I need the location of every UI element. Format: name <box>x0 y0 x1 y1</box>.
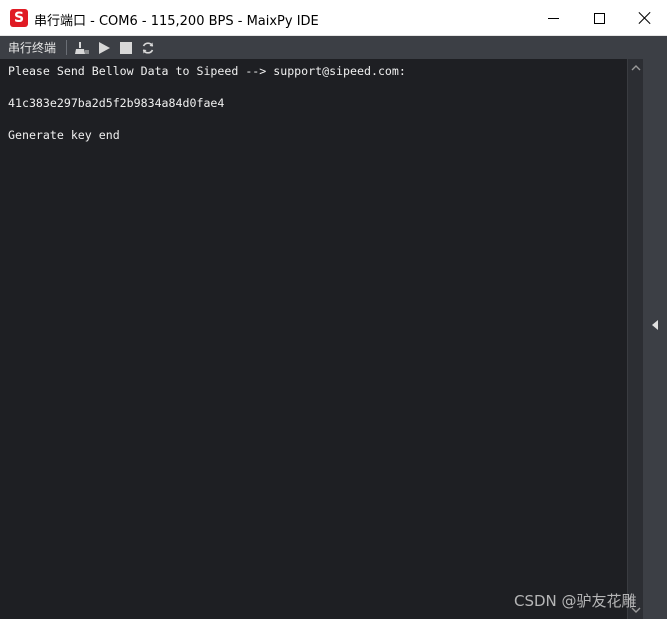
close-button[interactable] <box>622 0 667 36</box>
window-title: 串行端口 - COM6 - 115,200 BPS - MaixPy IDE <box>34 14 319 29</box>
serial-terminal-toolbar: 串行终端 <box>0 36 667 59</box>
scroll-up-button[interactable] <box>628 59 644 77</box>
stop-icon <box>120 41 133 54</box>
toolbar-title: 串行终端 <box>8 41 57 55</box>
minimize-icon <box>547 17 559 19</box>
play-icon <box>99 41 111 54</box>
side-panel <box>643 59 667 619</box>
toolbar-separator <box>66 40 68 55</box>
stop-button[interactable] <box>117 39 135 57</box>
app-icon: S <box>10 9 28 27</box>
refresh-icon <box>142 41 154 54</box>
play-button[interactable] <box>95 39 113 57</box>
watermark: CSDN @驴友花雕 <box>514 592 637 610</box>
minimize-button[interactable] <box>530 0 576 36</box>
triangle-left-icon <box>652 320 658 330</box>
collapse-panel-button[interactable] <box>649 317 661 333</box>
maximize-button[interactable] <box>576 0 622 36</box>
title-bar: S 串行端口 - COM6 - 115,200 BPS - MaixPy IDE <box>0 0 667 36</box>
clear-button[interactable] <box>73 39 91 57</box>
vertical-scrollbar[interactable] <box>627 59 643 619</box>
maximize-icon <box>593 12 605 24</box>
refresh-button[interactable] <box>139 39 157 57</box>
clear-icon <box>75 41 90 54</box>
terminal-text: Please Send Bellow Data to Sipeed --> su… <box>8 64 406 142</box>
serial-terminal-output[interactable]: Please Send Bellow Data to Sipeed --> su… <box>0 59 627 619</box>
close-icon <box>638 11 652 25</box>
chevron-up-icon <box>631 65 641 71</box>
